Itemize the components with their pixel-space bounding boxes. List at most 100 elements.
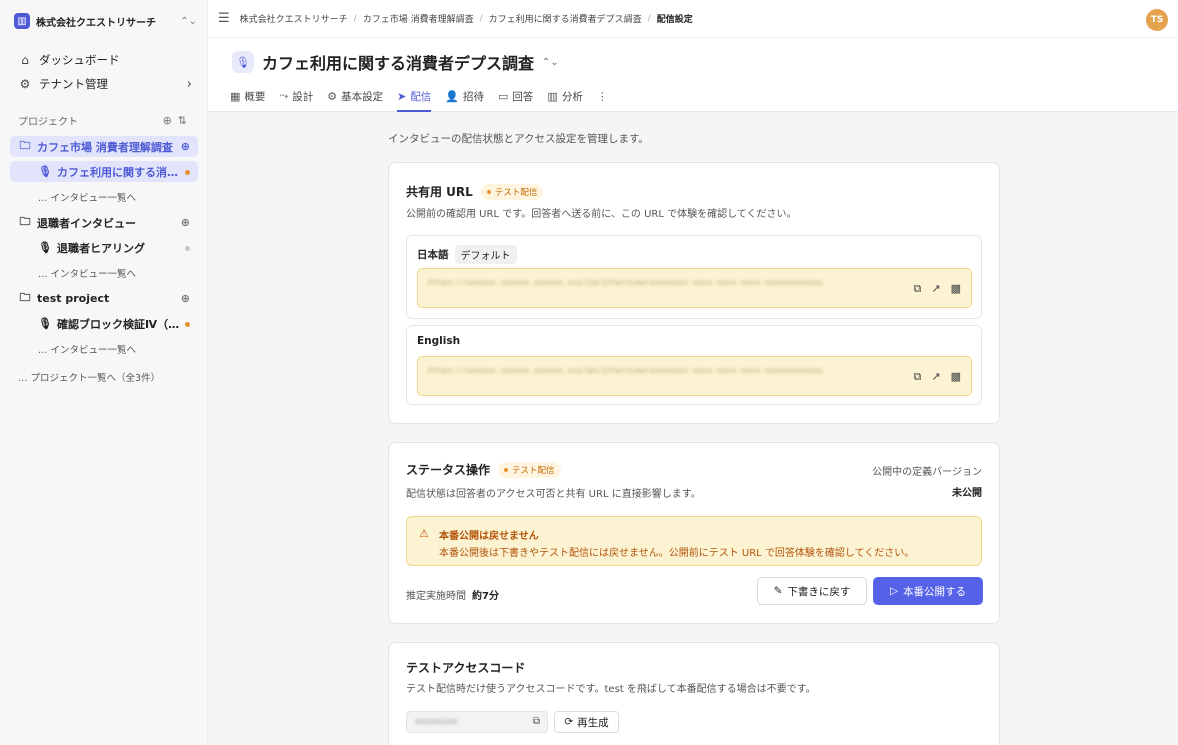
avatar[interactable]: TS: [1146, 9, 1168, 31]
lang-url-ja: 日本語 デフォルト https://xxxxxx.xxxxxx.xxxxxx.x…: [406, 235, 982, 319]
mic-icon: 🎙: [38, 241, 52, 254]
refresh-icon: ⟳: [564, 716, 574, 728]
status-dot: [185, 246, 190, 251]
tab-invite[interactable]: 👤 招待: [445, 84, 484, 108]
menu-icon[interactable]: ☰: [218, 11, 230, 26]
badge-label: テスト配信: [512, 465, 555, 476]
warning-body: 本番公開後は下書きやテスト配信には戻せません。公開前にテスト URL で回答体験…: [439, 548, 915, 559]
add-interview-icon[interactable]: ⊕: [181, 292, 190, 305]
tabs: ▦ 概要 ⤳ 設計 ⚙ 基本設定 ➤ 配信 👤 招待 ▭ 回答 ▥ 分析 ⋮: [230, 84, 626, 112]
version-label: 公開中の定義バージョン: [872, 467, 982, 478]
breadcrumb-interview[interactable]: カフェ利用に関する消費者デプス調査: [489, 12, 642, 25]
main-content: インタビューの配信状態とアクセス設定を管理します。 共有用 URL テスト配信 …: [208, 112, 1178, 745]
folder-icon: 🗀: [19, 291, 31, 304]
project-label: test project: [37, 292, 110, 305]
tab-basic-settings[interactable]: ⚙ 基本設定: [327, 84, 383, 108]
status-card: ステータス操作 テスト配信 配信状態は回答者のアクセス可否と共有 URL に直接…: [388, 442, 1000, 624]
mic-icon: 🎙: [38, 165, 52, 178]
tab-label: 概要: [244, 90, 266, 103]
org-switcher[interactable]: ▥ 株式会社クエストリサーチ ⌃⌄: [8, 8, 203, 34]
breadcrumb-separator: /: [353, 13, 357, 24]
chevron-up-down-icon[interactable]: ⌃⌄: [542, 57, 559, 68]
regenerate-label: 再生成: [577, 716, 609, 729]
status-subtitle: 配信状態は回答者のアクセス可否と共有 URL に直接影響します。: [406, 489, 701, 500]
external-link-icon[interactable]: ↗: [931, 370, 940, 384]
access-code-field[interactable]: xxxxxxxx ⧉: [406, 711, 548, 733]
nav-tenant-label: テナント管理: [39, 77, 108, 91]
mic-icon: 🎙: [232, 51, 254, 73]
qr-code-icon[interactable]: ▩: [951, 370, 961, 384]
status-badge: テスト配信: [480, 183, 544, 200]
tab-responses[interactable]: ▭ 回答: [498, 84, 533, 108]
tab-overview[interactable]: ▦ 概要: [230, 84, 265, 108]
nav-dashboard[interactable]: ⌂ ダッシュボード: [10, 49, 200, 71]
project-retiree[interactable]: 🗀 退職者インタビュー ⊕: [10, 212, 198, 233]
tab-label: 設計: [292, 90, 314, 103]
tab-analysis[interactable]: ▥ 分析: [547, 84, 582, 108]
interview-retiree[interactable]: 🎙 退職者ヒアリング: [10, 237, 198, 258]
interview-list-link[interactable]: … インタビュー一覧へ: [10, 262, 198, 283]
external-link-icon[interactable]: ↗: [931, 282, 940, 296]
gear-icon: ⚙: [19, 77, 31, 91]
copy-icon[interactable]: ⧉: [914, 370, 922, 384]
send-icon: ➤: [397, 89, 407, 103]
breadcrumb-separator: /: [647, 13, 651, 24]
breadcrumb-org[interactable]: 株式会社クエストリサーチ: [240, 12, 348, 25]
project-cafe[interactable]: 🗀 カフェ市場 消費者理解調査 ⊕: [10, 136, 198, 157]
folder-icon: 🗀: [19, 215, 31, 228]
add-interview-icon[interactable]: ⊕: [181, 216, 190, 229]
revert-label: 下書きに戻す: [787, 585, 851, 598]
add-interview-icon[interactable]: ⊕: [181, 140, 190, 153]
more-vertical-icon: ⋮: [596, 89, 608, 103]
home-icon: ⌂: [21, 53, 29, 67]
copy-icon[interactable]: ⧉: [914, 282, 922, 296]
status-dot: [185, 170, 190, 175]
sort-icon[interactable]: ⇅: [178, 114, 193, 127]
topbar: ☰ 株式会社クエストリサーチ / カフェ市場 消費者理解調査 / カフェ利用に関…: [208, 0, 1178, 38]
list-link-label: … インタビュー一覧へ: [38, 192, 137, 204]
folder-icon: 🗀: [19, 139, 31, 152]
version-value: 未公開: [952, 488, 982, 499]
interview-label: カフェ利用に関する消…: [57, 165, 178, 179]
page-header: 🎙 カフェ利用に関する消費者デプス調査 ⌃⌄ ▦ 概要 ⤳ 設計 ⚙ 基本設定 ➤ 配信…: [208, 38, 1178, 112]
tab-distribution[interactable]: ➤ 配信: [397, 84, 432, 112]
warning-callout: ⚠ 本番公開は戻せません 本番公開後は下書きやテスト配信には戻せません。公開前に…: [406, 516, 982, 566]
access-code-value: xxxxxxxx: [415, 717, 458, 727]
lang-label: English: [417, 335, 460, 347]
tab-label: 基本設定: [341, 90, 384, 103]
status-title: ステータス操作 テスト配信: [406, 461, 561, 478]
interview-cafe[interactable]: 🎙 カフェ利用に関する消…: [10, 161, 198, 182]
version-info: 公開中の定義バージョン 未公開: [872, 463, 982, 499]
share-url-title-text: 共有用 URL: [406, 185, 473, 199]
interview-list-link[interactable]: … インタビュー一覧へ: [10, 338, 198, 359]
interview-test[interactable]: 🎙 確認ブロック検証Ⅳ（…: [10, 313, 198, 334]
lang-label: 日本語 デフォルト: [417, 245, 517, 264]
status-dot: [185, 322, 190, 327]
url-field[interactable]: https://xxxxxx.xxxxxx.xxxxxx.xxx/ja/inte…: [417, 268, 972, 308]
regenerate-button[interactable]: ⟳ 再生成: [554, 711, 619, 733]
access-code-title: テストアクセスコード: [406, 661, 526, 675]
tab-design[interactable]: ⤳ 設計: [279, 84, 313, 108]
qr-code-icon[interactable]: ▩: [951, 282, 961, 296]
nav-tenant[interactable]: ⚙ テナント管理 ›: [10, 73, 200, 95]
tab-label: 配信: [410, 90, 432, 103]
warning-icon: ⚠: [419, 527, 429, 540]
breadcrumb-project[interactable]: カフェ市場 消費者理解調査: [363, 12, 474, 25]
message-icon: ▭: [498, 89, 509, 103]
nav-dashboard-label: ダッシュボード: [39, 53, 120, 67]
breadcrumb-current: 配信設定: [656, 15, 693, 25]
interview-list-link[interactable]: … インタビュー一覧へ: [10, 186, 198, 207]
projects-label: プロジェクト: [18, 117, 78, 128]
add-project-icon[interactable]: ⊕: [163, 114, 178, 127]
more-tabs-button[interactable]: ⋮: [597, 84, 612, 108]
revert-to-draft-button[interactable]: ✎ 下書きに戻す: [757, 577, 867, 605]
project-label: カフェ市場 消費者理解調査: [37, 140, 173, 154]
url-text: https://xxxxxx.xxxxxx.xxxxxx.xxx/ja/inte…: [428, 278, 823, 287]
url-field[interactable]: https://xxxxxx.xxxxxx.xxxxxx.xxx/en/inte…: [417, 356, 972, 396]
project-test[interactable]: 🗀 test project ⊕: [10, 288, 198, 309]
copy-icon[interactable]: ⧉: [533, 716, 540, 727]
url-text: https://xxxxxx.xxxxxx.xxxxxx.xxx/en/inte…: [428, 366, 823, 375]
all-projects-link[interactable]: … プロジェクト一覧へ（全3件）: [10, 366, 198, 387]
publish-button[interactable]: ▷ 本番公開する: [873, 577, 983, 605]
est-label: 推定実施時間: [406, 591, 466, 602]
